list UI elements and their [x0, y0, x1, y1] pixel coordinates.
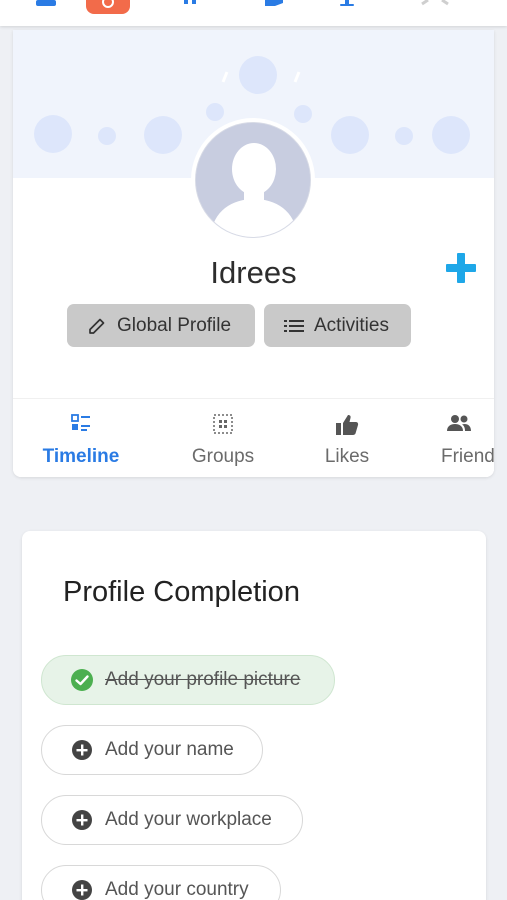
tab-timeline[interactable]: Timeline [31, 399, 131, 477]
timeline-icon [71, 414, 90, 431]
people-icon[interactable] [420, 0, 450, 8]
tab-friends[interactable]: Friend [423, 399, 494, 477]
task-label: Add your profile picture [105, 669, 301, 690]
activities-button[interactable]: Activities [264, 304, 411, 347]
tab-likes[interactable]: Likes [297, 399, 397, 477]
app-logo-icon[interactable] [86, 0, 130, 14]
chat-icon[interactable] [263, 0, 285, 8]
task-add-name[interactable]: Add your name [41, 725, 263, 775]
thumb-up-icon [336, 415, 359, 435]
apps-icon[interactable] [180, 0, 200, 8]
add-icon[interactable] [443, 250, 479, 286]
add-circle-icon [72, 740, 92, 760]
tab-friends-label: Friend [441, 446, 494, 467]
tab-groups[interactable]: Groups [173, 399, 273, 477]
check-circle-icon [71, 669, 93, 691]
task-add-profile-picture[interactable]: Add your profile picture [41, 655, 335, 705]
avatar[interactable] [191, 118, 315, 242]
task-label: Add your workplace [105, 809, 272, 830]
add-circle-icon [72, 880, 92, 900]
list-icon [284, 319, 304, 332]
tab-likes-label: Likes [324, 446, 370, 467]
task-add-country[interactable]: Add your country [41, 865, 281, 900]
profile-completion-title: Profile Completion [63, 576, 300, 608]
tab-timeline-label: Timeline [42, 446, 120, 467]
tab-groups-label: Groups [191, 446, 255, 467]
profile-completion-card: Profile Completion Add your profile pict… [22, 531, 486, 900]
edit-pencil-icon [89, 318, 105, 334]
global-profile-button[interactable]: Global Profile [67, 304, 255, 347]
user-silhouette-icon [196, 123, 310, 237]
menu-icon[interactable] [34, 0, 58, 10]
task-label: Add your name [105, 739, 234, 760]
groups-icon [213, 414, 233, 434]
friends-icon [447, 415, 471, 431]
notifications-icon[interactable] [336, 0, 358, 10]
global-profile-label: Global Profile [117, 314, 232, 336]
add-circle-icon [72, 810, 92, 830]
profile-card: Idrees Global Profile Activities Timelin… [13, 30, 494, 477]
profile-tabs: Timeline Groups Likes Friend [13, 398, 494, 477]
top-app-bar [0, 0, 507, 26]
task-label: Add your country [105, 879, 249, 900]
profile-name: Idrees [210, 255, 297, 290]
activities-label: Activities [314, 314, 389, 336]
task-add-workplace[interactable]: Add your workplace [41, 795, 303, 845]
